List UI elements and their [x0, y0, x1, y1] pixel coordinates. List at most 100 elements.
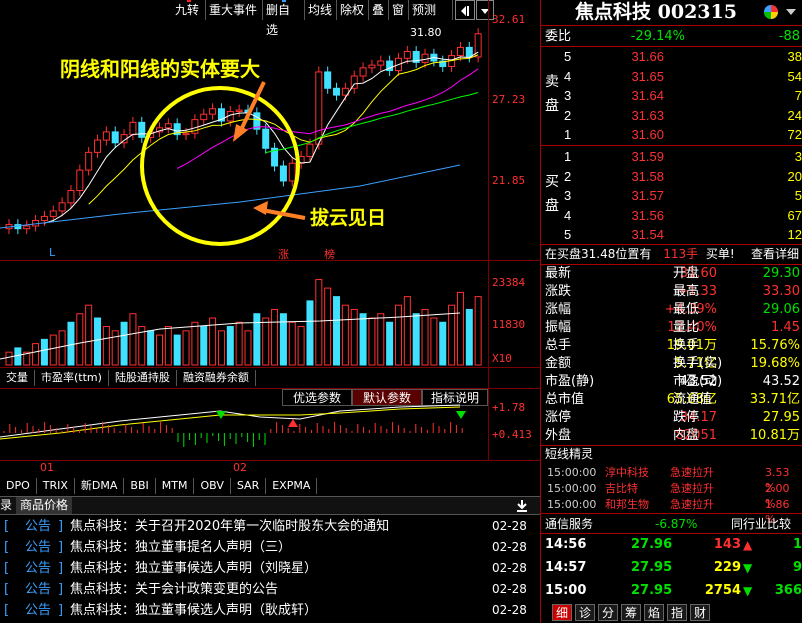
divider [541, 25, 802, 26]
bottom-tab[interactable]: 财 [690, 604, 710, 621]
order-status: 在买盘31.48位置有 113手 买单! 查看详细 [545, 246, 802, 263]
level-price: 31.65 [631, 68, 664, 84]
quote-value: 10.81万 [749, 428, 800, 443]
news-item[interactable]: [公告] 焦点科技：独立董事提名人声明（三） 02-28 [0, 537, 540, 558]
tick-extra: 366 [774, 583, 802, 598]
view-detail-link[interactable]: 查看详细 [751, 246, 799, 263]
bottom-tab[interactable]: 指 [667, 604, 687, 621]
alert-item[interactable]: 15:00:00 和邦生物 急速拉升 1.86 % [545, 497, 802, 526]
sector-row[interactable]: 通信服务 -6.87% 同行业比较 [545, 515, 802, 533]
bottom-tab[interactable]: 分 [598, 604, 618, 621]
bottom-tab[interactable]: 诊 [575, 604, 595, 621]
volume-bar [341, 304, 349, 366]
bottom-tab[interactable]: 筹 [621, 604, 641, 621]
news-title: 焦点科技：关于会计政策变更的公告 [70, 582, 279, 597]
level-number: 1 [564, 149, 572, 164]
price-axis-label: 21.85 [492, 174, 526, 187]
sell-level[interactable]: 2 31.63 24 [562, 106, 802, 125]
price-axis-label: 27.23 [492, 93, 526, 106]
tab-obv[interactable]: OBV [194, 478, 231, 494]
indicator-axis-label: +0.413 [492, 428, 532, 441]
volume-bar [324, 287, 332, 366]
quote-label: 涨幅 [545, 302, 572, 317]
level-price: 31.59 [631, 149, 664, 164]
tab-mtm[interactable]: MTM [156, 478, 195, 494]
tab-sar[interactable]: SAR [231, 478, 267, 494]
tab-pe-ttm[interactable]: 市盈率(ttm) [35, 370, 109, 386]
news-item[interactable]: [公告] 焦点科技：独立董事候选人声明（刘晓星） 02-28 [0, 558, 540, 579]
sell-level[interactable]: 3 31.64 7 [562, 86, 802, 105]
news-item[interactable]: [公告] 焦点科技：关于会计政策变更的公告 02-28 [0, 579, 540, 600]
quote-row: 外盘 82051 内盘 10.81万 [545, 426, 802, 445]
status-volume: 113手 [663, 247, 699, 261]
quote-row: 振幅 12.40% 量比 1.45 [545, 318, 802, 337]
quote-value: 27.95 [762, 410, 800, 425]
volume-bar [403, 296, 411, 366]
tab-margin[interactable]: 融资融券余额 [177, 370, 256, 386]
tick-price: 27.95 [631, 583, 673, 598]
alert-item[interactable]: 15:00:00 淳中科技 急速拉升 3.53 % [545, 465, 802, 494]
volume-bar [58, 330, 66, 366]
buy-level[interactable]: 3 31.57 5 [562, 186, 802, 205]
alert-stock: 淳中科技 [605, 466, 649, 479]
volume-chart[interactable] [0, 261, 488, 367]
level-price: 31.56 [631, 207, 664, 223]
chevron-down-icon[interactable] [785, 6, 797, 18]
tab-dpo[interactable]: DPO [0, 478, 37, 494]
divider [541, 513, 802, 514]
level-number: 5 [564, 49, 572, 64]
level-volume: 24 [787, 107, 802, 123]
tab-expma[interactable]: EXPMA [266, 478, 318, 494]
volume-bar [412, 313, 420, 366]
download-icon[interactable] [516, 499, 528, 512]
buy-level[interactable]: 2 31.58 20 [562, 167, 802, 186]
bottom-tab[interactable]: 焰 [644, 604, 664, 621]
buy-level[interactable]: 5 31.54 12 [562, 225, 802, 244]
bracket: [ [4, 561, 10, 576]
buy-level[interactable]: 4 31.56 67 [562, 206, 802, 225]
news-item[interactable]: [公告] 焦点科技：关于召开2020年第一次临时股东大会的通知 02-28 [0, 516, 540, 537]
tab-hk-connect[interactable]: 陆股通持股 [109, 370, 177, 386]
bottom-tab[interactable]: 细 [552, 604, 572, 621]
quote-value: 33.30 [762, 284, 800, 299]
tab-bbi[interactable]: BBI [124, 478, 156, 494]
sell-level[interactable]: 1 31.60 72 [562, 125, 802, 144]
tab-directory[interactable]: 录 [0, 497, 12, 514]
volume-bar [76, 313, 84, 366]
tick-time: 15:00 [545, 583, 587, 598]
tab-dma[interactable]: 新DMA [75, 478, 125, 494]
sector-compare[interactable]: 同行业比较 [731, 515, 791, 533]
level-price: 31.57 [631, 188, 664, 203]
sell-level[interactable]: 4 31.65 54 [562, 67, 802, 86]
quote-label: 流通值 [673, 392, 713, 407]
tick-extra: 9 [792, 560, 802, 575]
sector-name: 通信服务 [545, 517, 594, 531]
news-category: 公告 [24, 582, 51, 597]
tab-volume[interactable]: 交量 [0, 370, 35, 386]
level-number: 2 [564, 168, 572, 184]
weibi-label: 委比 [545, 29, 572, 44]
level-volume: 54 [787, 68, 802, 84]
color-ball-icon[interactable] [763, 4, 779, 20]
quote-value: +1.33 [677, 284, 717, 299]
alert-time: 15:00:00 [547, 482, 597, 495]
buy-level[interactable]: 1 31.59 3 [562, 147, 802, 166]
bracket: ] [58, 582, 64, 597]
tab-trix[interactable]: TRIX [37, 478, 75, 494]
indicator-chart[interactable] [0, 389, 488, 460]
indicator-tabs-top: 交量 市盈率(ttm) 陆股通持股 融资融券余额 [0, 370, 256, 386]
volume-bar [297, 326, 305, 366]
sell-level[interactable]: 5 31.66 38 [562, 47, 802, 66]
panel-divider [540, 0, 541, 623]
quote-value: 33.71亿 [749, 392, 800, 407]
tick-row: 14:57 27.95 229 ▼ 9 [545, 557, 802, 579]
tab-commodity-price[interactable]: 商品价格 [16, 497, 73, 514]
volume-bar [129, 313, 137, 366]
quote-label: 振幅 [545, 320, 572, 335]
quote-label: 总市值 [545, 392, 585, 407]
news-item[interactable]: [公告] 焦点科技：独立董事候选人声明（耿成轩） 02-28 [0, 600, 540, 621]
annotation-overlay [140, 81, 306, 246]
alert-item[interactable]: 15:00:00 吉比特 急速拉升 2.00 % [545, 481, 802, 510]
news-date: 02-28 [492, 561, 527, 575]
quote-value: 29.30 [762, 266, 800, 281]
